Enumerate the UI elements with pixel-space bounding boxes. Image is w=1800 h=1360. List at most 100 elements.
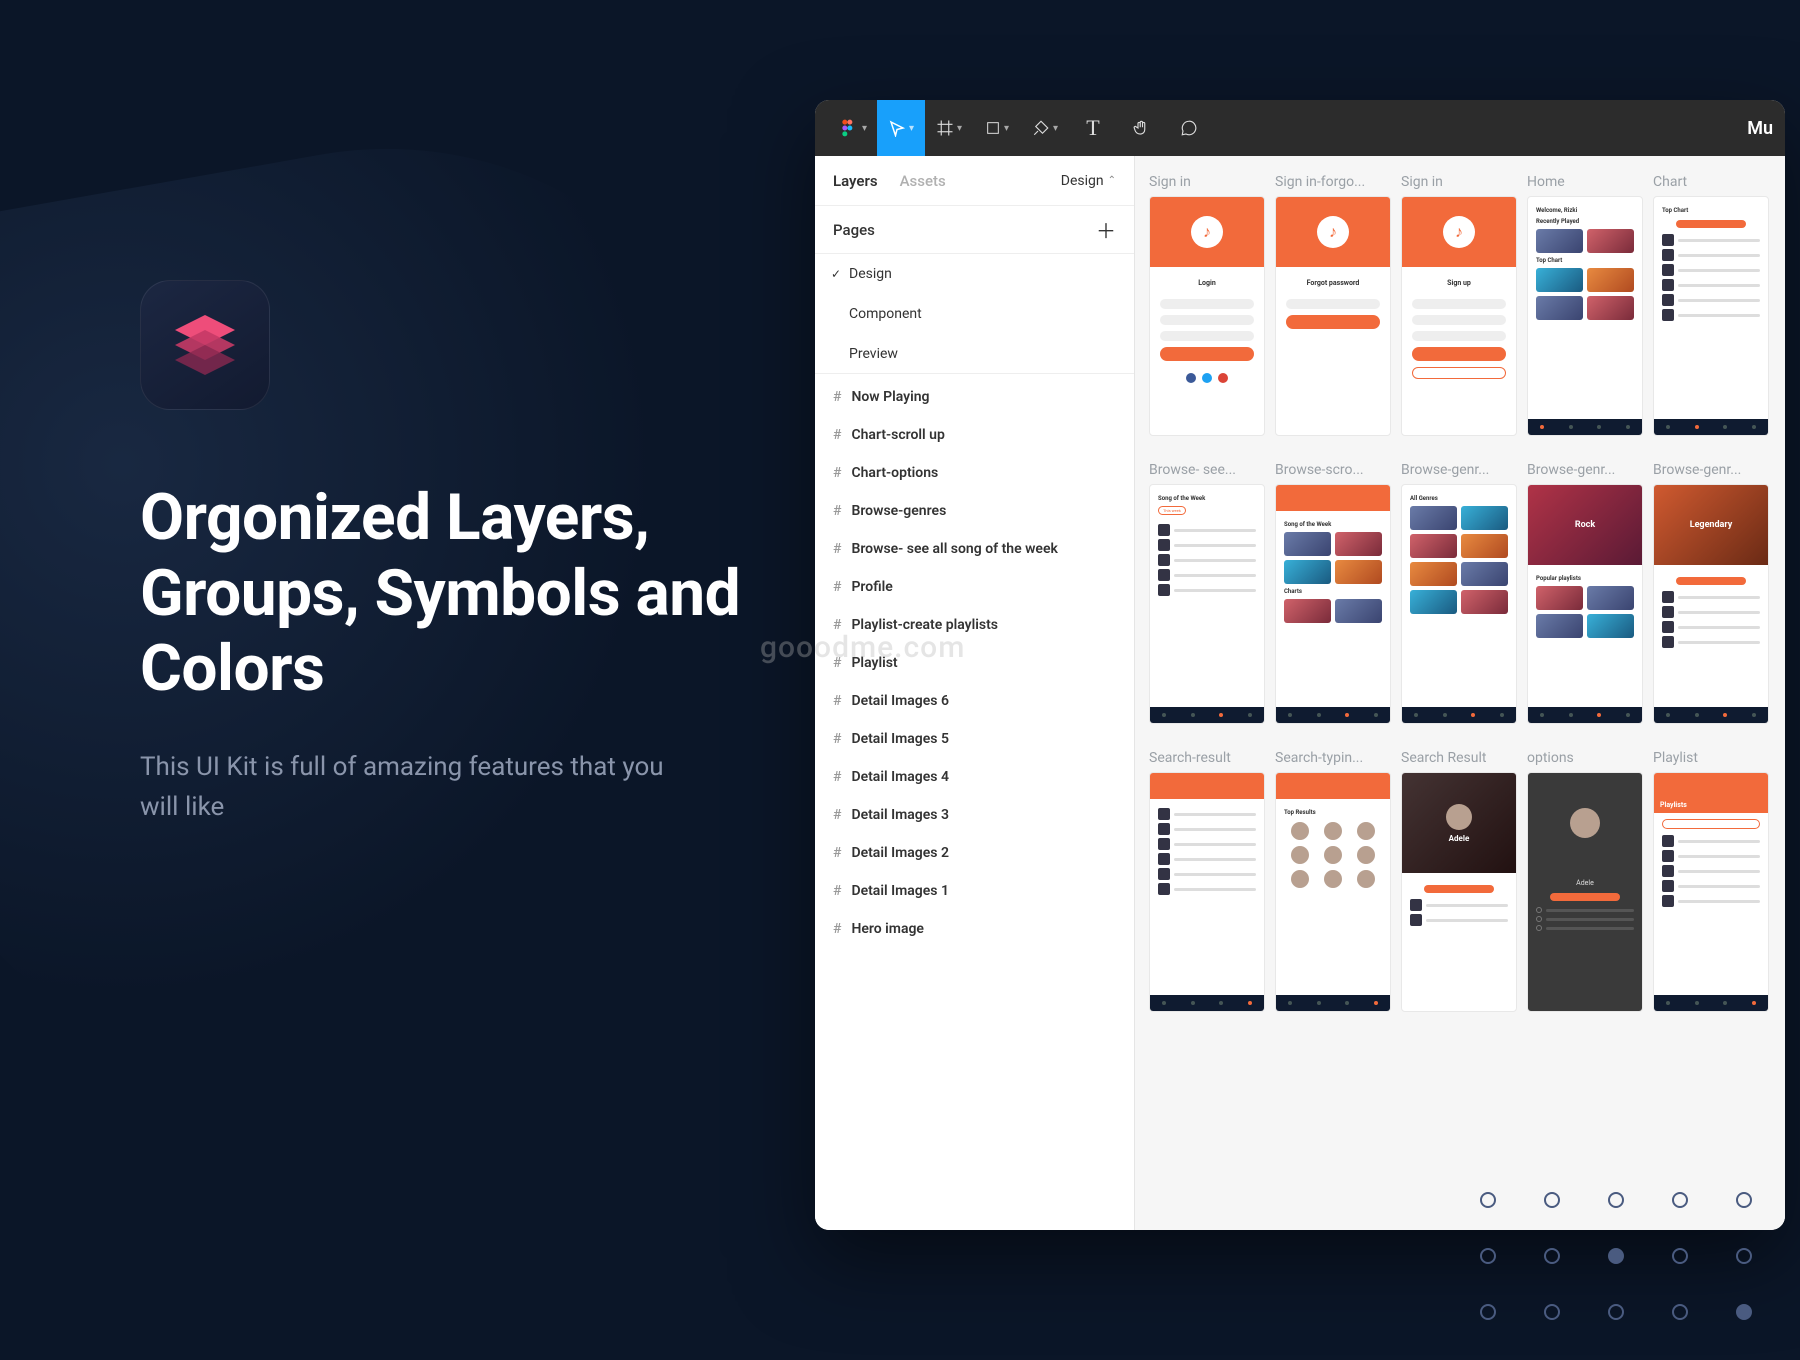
screen-title: Sign up [1412,279,1506,287]
artboard-browse-scroll[interactable]: Song of the Week Charts [1275,484,1391,724]
artboard-artist[interactable]: Adele [1401,772,1517,1012]
frame-item[interactable]: #Profile [815,568,1134,606]
artboard-label[interactable]: Home [1527,174,1643,190]
shape-tool-icon[interactable]: ▾ [973,100,1021,156]
page-item-component[interactable]: Component [815,294,1134,334]
frame-item[interactable]: #Browse-genres [815,492,1134,530]
section-title: All Genres [1410,495,1508,502]
artboard-row: Sign in ♪ Login [1149,174,1785,436]
figma-canvas[interactable]: Sign in ♪ Login [1135,156,1785,1230]
page-item-preview[interactable]: Preview [815,334,1134,374]
welcome-text: Welcome, Rizki [1536,207,1634,214]
frame-icon: # [833,731,841,747]
artist-name: Adele [1536,879,1634,887]
section-title: Popular playlists [1536,575,1634,582]
frame-item[interactable]: # Detail Images 2 [815,834,1134,872]
artboard-genre-rock[interactable]: Rock Popular playlists [1527,484,1643,724]
frame-icon: # [833,579,841,595]
text-tool-icon[interactable]: T [1069,100,1117,156]
artist-name: Adele [1446,834,1472,843]
artboard-browse-see[interactable]: Song of the Week This week [1149,484,1265,724]
frame-item[interactable]: #Detail Images 1 [815,872,1134,910]
decorative-dot-grid [1480,1192,1760,1320]
pages-header: Pages ＋ [815,206,1134,254]
artboard-label[interactable]: Search Result [1401,750,1517,766]
frame-item[interactable]: #Browse- see all song of the week [815,530,1134,568]
frame-item[interactable]: # Detail Images 3 [815,796,1134,834]
artboard-forgot[interactable]: ♪ Forgot password [1275,196,1391,436]
artboard-chart[interactable]: Top Chart [1653,196,1769,436]
artboard-options[interactable]: Adele [1527,772,1643,1012]
tab-assets[interactable]: Assets [900,172,946,190]
figma-logo-icon[interactable]: ▾ [829,100,877,156]
hero-title: Rock [1528,485,1642,565]
artboard-label[interactable]: Browse-genr... [1527,462,1643,478]
frame-item[interactable]: # Now Playing [815,378,1134,416]
frame-name: Hero image [851,921,924,937]
artboard-label[interactable]: Search-result [1149,750,1265,766]
section-title: Charts [1284,588,1382,595]
figma-toolbar: ▾ ▾ ▾ ▾ ▾ T Mu [815,100,1785,156]
artboard-genre-legendary[interactable]: Legendary [1653,484,1769,724]
artboard-label[interactable]: Sign in [1149,174,1265,190]
frame-item[interactable]: # Hero image [815,910,1134,948]
artboard-label[interactable]: Chart [1653,174,1769,190]
artboard-search-result[interactable] [1149,772,1265,1012]
frame-icon: # [833,845,841,861]
section-title: Song of the Week [1158,495,1256,502]
artboard-browse-genres[interactable]: All Genres [1401,484,1517,724]
tab-design-panel[interactable]: Design ⌃ [1061,173,1116,189]
frame-icon: # [833,693,841,709]
frame-name: Detail Images 3 [851,807,949,823]
artboard-label[interactable]: Browse- see... [1149,462,1265,478]
artboard-label[interactable]: Search-typin... [1275,750,1391,766]
frame-name: Now Playing [851,389,929,405]
frame-name: Chart-options [851,465,938,481]
frame-icon: # [833,921,841,937]
layers-app-icon [140,280,270,410]
chevron-up-icon: ⌃ [1108,175,1116,186]
frame-name: Detail Images 1 [851,883,949,899]
frame-item[interactable]: #Chart-scroll up [815,416,1134,454]
artboard-label[interactable]: Browse-genr... [1653,462,1769,478]
promo-headline: Orgonized Layers, Groups, Symbols and Co… [140,480,760,707]
artboard-label[interactable]: Browse-genr... [1401,462,1517,478]
artboard-label[interactable]: Sign in-forgo... [1275,174,1391,190]
artboard-label[interactable]: Sign in [1401,174,1517,190]
artboard-home[interactable]: Welcome, Rizki Recently Played Top Chart [1527,196,1643,436]
screen-title: Login [1160,279,1254,287]
hand-tool-icon[interactable] [1117,100,1165,156]
frame-icon: # [833,389,841,405]
artboard-sign-in[interactable]: ♪ Login [1149,196,1265,436]
design-dropdown-label: Design [1061,173,1104,189]
artboard-playlist[interactable]: Playlists [1653,772,1769,1012]
section-title: Top Results [1284,809,1382,816]
frame-tool-icon[interactable]: ▾ [925,100,973,156]
frame-item[interactable]: # Detail Images 6 [815,682,1134,720]
panel-tabs: Layers Assets Design ⌃ [815,156,1134,206]
pen-tool-icon[interactable]: ▾ [1021,100,1069,156]
tab-layers[interactable]: Layers [833,172,878,190]
artboard-label[interactable]: Playlist [1653,750,1769,766]
comment-tool-icon[interactable] [1165,100,1213,156]
section-title: Song of the Week [1284,521,1382,528]
frame-icon: # [833,807,841,823]
add-page-icon[interactable]: ＋ [1096,215,1116,244]
artboard-label[interactable]: options [1527,750,1643,766]
section-title: Recently Played [1536,218,1634,225]
frame-item[interactable]: #Detail Images 5 [815,720,1134,758]
frame-item[interactable]: #Chart-options [815,454,1134,492]
frame-name: Detail Images 6 [851,693,949,709]
artboard-signup[interactable]: ♪ Sign up [1401,196,1517,436]
frame-name: Browse- see all song of the week [851,541,1057,557]
frame-name: Detail Images 2 [851,845,949,861]
artboard-search-typing[interactable]: Top Results [1275,772,1391,1012]
document-title: Mu [1747,118,1773,139]
hero-title: Legendary [1654,485,1768,565]
frame-item[interactable]: #Detail Images 4 [815,758,1134,796]
screen-title: Playlists [1660,801,1687,809]
artboard-label[interactable]: Browse-scro... [1275,462,1391,478]
move-tool-icon[interactable]: ▾ [877,100,925,156]
page-item-design[interactable]: Design [815,254,1134,294]
screen-title: Forgot password [1286,279,1380,287]
